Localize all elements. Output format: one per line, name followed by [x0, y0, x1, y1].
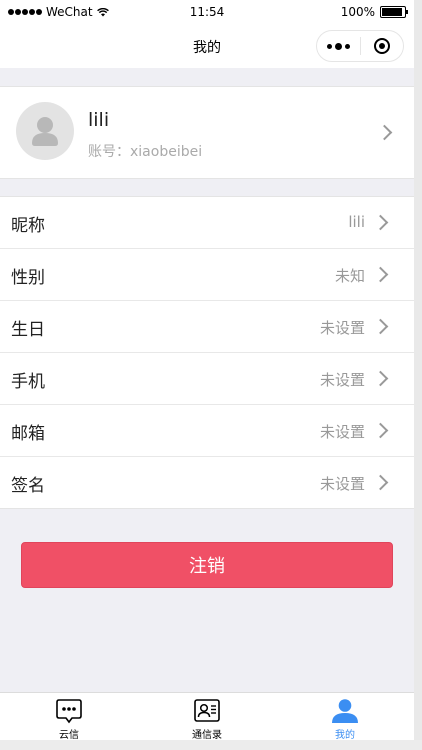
- settings-list: 昵称 lili 性别 未知 生日 未设置 手机 未设置 邮箱 未设置 签名 未设…: [0, 196, 414, 509]
- chevron-right-icon: [372, 318, 389, 335]
- tab-messages[interactable]: 云信: [0, 693, 138, 741]
- chevron-right-icon: [372, 266, 389, 283]
- row-label: 签名: [11, 476, 45, 496]
- avatar: [16, 102, 74, 160]
- tab-mine[interactable]: 我的: [276, 693, 414, 741]
- contacts-card-icon: [192, 697, 222, 724]
- chat-bubble-icon: [54, 697, 84, 724]
- row-value: 未设置: [319, 319, 365, 337]
- logout-button[interactable]: 注销: [21, 542, 393, 588]
- settings-row-gender[interactable]: 性别 未知: [0, 249, 414, 301]
- row-label: 手机: [11, 372, 45, 392]
- bottom-gutter: [0, 740, 422, 750]
- tab-label: 通信录: [192, 730, 222, 741]
- profile-card[interactable]: lili 账号：xiaobeibei: [0, 86, 414, 179]
- close-miniprogram-icon[interactable]: [361, 38, 403, 54]
- settings-row-signature[interactable]: 签名 未设置: [0, 457, 414, 508]
- profile-account: 账号：xiaobeibei: [88, 144, 203, 160]
- row-label: 邮箱: [11, 424, 45, 444]
- settings-row-birthday[interactable]: 生日 未设置: [0, 301, 414, 353]
- settings-row-phone[interactable]: 手机 未设置: [0, 353, 414, 405]
- row-label: 性别: [11, 268, 45, 288]
- phone-screen: WeChat 11:54 100% 我的 lili 账号：xiaobeibei …: [0, 0, 414, 741]
- battery-percent: 100%: [340, 5, 375, 19]
- row-value: 未设置: [319, 423, 365, 441]
- tab-label: 云信: [59, 730, 79, 741]
- person-icon: [330, 697, 360, 724]
- chevron-right-icon: [372, 474, 389, 491]
- tab-label: 我的: [335, 730, 355, 741]
- row-label: 昵称: [11, 216, 45, 236]
- nav-bar: 我的: [0, 24, 414, 68]
- chevron-right-icon: [376, 124, 393, 141]
- battery-icon: [380, 6, 408, 18]
- row-value: 未设置: [319, 371, 365, 389]
- chevron-right-icon: [372, 370, 389, 387]
- settings-row-email[interactable]: 邮箱 未设置: [0, 405, 414, 457]
- status-bar: WeChat 11:54 100%: [0, 0, 414, 24]
- profile-name: lili: [88, 109, 110, 131]
- row-value: lili: [348, 213, 365, 231]
- settings-row-nickname[interactable]: 昵称 lili: [0, 197, 414, 249]
- default-avatar-icon: [32, 117, 58, 146]
- miniprogram-capsule: [316, 30, 404, 62]
- more-options-icon[interactable]: [317, 42, 360, 50]
- chevron-right-icon: [372, 214, 389, 231]
- right-gutter: [414, 0, 422, 750]
- battery-status: 100%: [340, 5, 408, 19]
- tab-bar: 云信 通信录 我的: [0, 692, 414, 741]
- row-value: 未知: [334, 267, 365, 285]
- row-label: 生日: [11, 320, 45, 340]
- row-value: 未设置: [319, 475, 365, 493]
- tab-contacts[interactable]: 通信录: [138, 693, 276, 741]
- chevron-right-icon: [372, 422, 389, 439]
